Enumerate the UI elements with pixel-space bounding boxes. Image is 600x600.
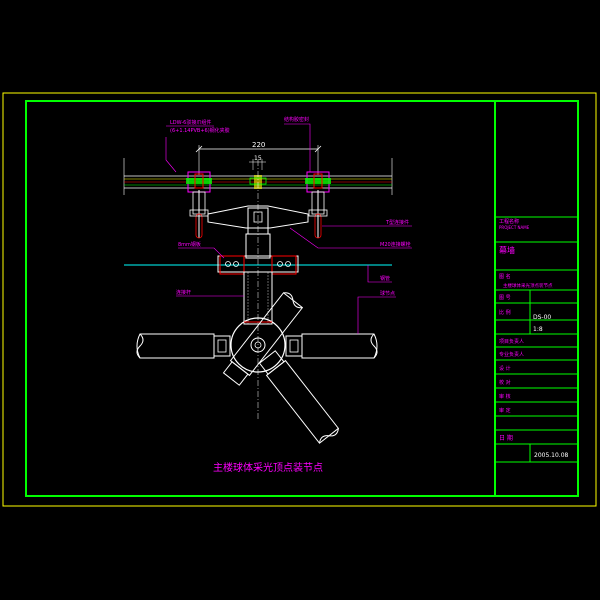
title-row-value-9: 2005.10.08 [534, 452, 569, 459]
title-row-label-9: 日 期 [499, 434, 513, 442]
tube-right [285, 333, 378, 359]
callout-top-left: LDW-6驳接爪组件 (6+1.14PVB+6)钢化夹胶 [165, 119, 230, 173]
callout-left-1: 8mm钢板 [178, 241, 225, 259]
left-spider-fitting [186, 171, 212, 239]
title-row-value-2: 1:8 [533, 326, 543, 333]
node-detail-drawing: 220 15 LDW-6驳接爪组件 (6+1.14PVB+6)钢化夹胶 结构胶密… [123, 116, 412, 474]
title-row-label-8: 审 定 [499, 407, 511, 414]
callout-right-4-text: 球节点 [380, 290, 395, 297]
tube-lower-right [258, 350, 340, 444]
title-row-label-1: 图 号 [499, 295, 511, 301]
title-row-label-0: 图 名 [499, 273, 511, 280]
title-row-label-7: 审 核 [499, 393, 511, 400]
title-row-value-0: 主楼球体采光顶点装节点 [503, 282, 553, 289]
title-company-en: PROJECT NAME [499, 225, 530, 230]
callout-right-3: 钢管 [367, 265, 392, 283]
callout-top-left-line2: (6+1.14PVB+6)钢化夹胶 [170, 127, 230, 134]
callout-top-left-line1: LDW-6驳接爪组件 [170, 119, 211, 126]
title-row-label-2: 比 例 [499, 309, 511, 316]
title-project: 幕墙 [499, 245, 515, 255]
title-company-cn: 工程名称 [499, 218, 519, 225]
callout-right-2-text: M20连接螺栓 [380, 241, 411, 248]
cad-drawing-sheet: 工程名称 PROJECT NAME 幕墙 图 名 主楼球体采光顶点装节点 图 号… [2, 92, 597, 507]
callout-right-4: 球节点 [357, 290, 396, 334]
callout-right-1: T型连接件 [322, 219, 412, 227]
right-spider-fitting [305, 171, 331, 239]
dimension-overall-label: 220 [252, 141, 265, 149]
callout-right-2: M20连接螺栓 [289, 227, 412, 249]
dimension-spacing: 15 [249, 155, 266, 170]
vertical-post [245, 160, 271, 420]
callout-left-2: 连接杆 [176, 289, 244, 297]
callout-right-1-text: T型连接件 [385, 219, 409, 226]
title-row-label-6: 校 对 [499, 379, 511, 386]
title-row-label-3: 项目负责人 [499, 338, 524, 345]
title-row-label-4: 专业负责人 [499, 351, 524, 358]
callout-top-right: 结构胶密封 [284, 116, 311, 172]
drawing-caption: 主楼球体采光顶点装节点 [213, 461, 323, 474]
callout-top-right-text: 结构胶密封 [284, 116, 309, 123]
callout-left-1-text: 8mm钢板 [178, 241, 201, 248]
callout-right-3-text: 钢管 [380, 275, 390, 282]
tube-left [136, 333, 231, 359]
title-row-label-5: 设 计 [499, 365, 511, 372]
title-row-value-1: DS-00 [533, 314, 551, 321]
callout-left-2-text: 连接杆 [176, 289, 191, 296]
title-block: 工程名称 PROJECT NAME 幕墙 图 名 主楼球体采光顶点装节点 图 号… [495, 216, 578, 463]
